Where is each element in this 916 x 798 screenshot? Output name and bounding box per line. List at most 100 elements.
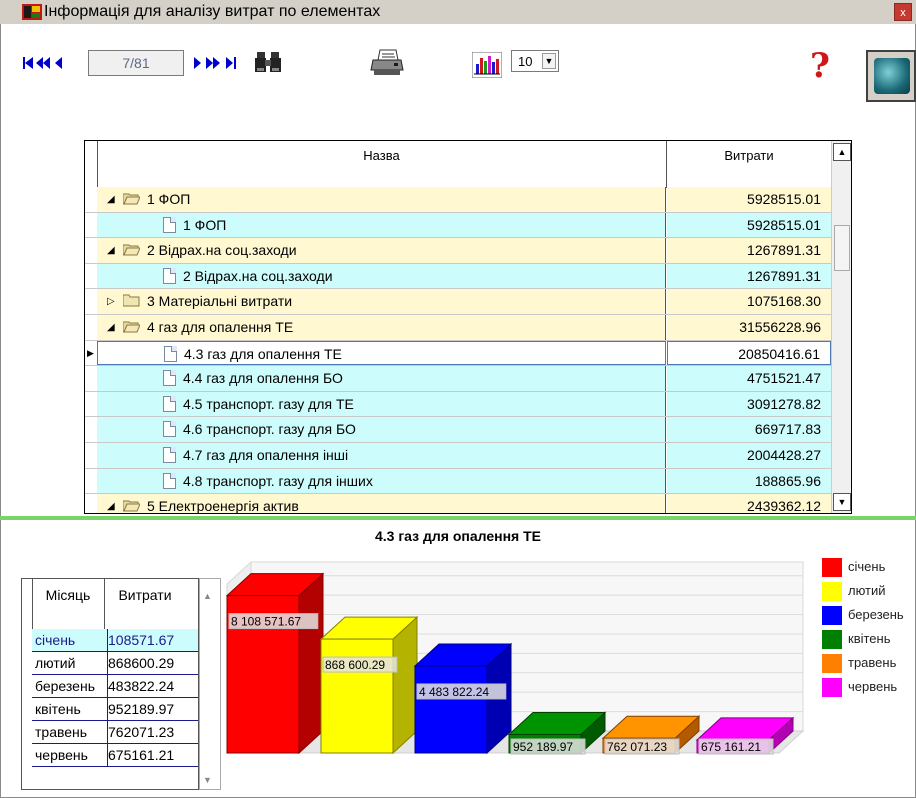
row-label: 4.3 газ для опалення ТЕ xyxy=(184,345,342,362)
table-row[interactable]: ▷ 3 Матеріальні витрати 1075168.30 xyxy=(85,289,831,315)
exit-button[interactable] xyxy=(866,50,916,102)
collapse-icon[interactable]: ◢ xyxy=(107,194,115,205)
name-cell[interactable]: 1 ФОП xyxy=(97,212,666,238)
cost-cell[interactable]: 669717.83 xyxy=(667,417,831,442)
month-table-scrollbar[interactable]: ▲ ▼ xyxy=(199,578,221,790)
cost-cell[interactable]: 31556228.96 xyxy=(667,314,831,340)
chevron-down-icon[interactable]: ▼ xyxy=(542,53,556,69)
grid-scrollbar[interactable]: ▲ ▼ xyxy=(831,141,851,513)
name-cell[interactable]: 4.6 транспорт. газу для БО xyxy=(97,417,666,442)
month-cell[interactable]: березень xyxy=(32,675,108,697)
collapse-icon[interactable]: ◢ xyxy=(107,501,115,512)
row-label: 3 Матеріальні витрати xyxy=(147,293,293,310)
table-row[interactable]: ▶ 4.3 газ для опалення ТЕ 20850416.61 xyxy=(85,340,831,367)
table-row[interactable]: 4.8 транспорт. газу для інших 188865.96 xyxy=(85,468,831,495)
table-row[interactable]: ◢ 4 газ для опалення ТЕ 31556228.96 xyxy=(85,314,831,341)
table-row[interactable]: травень 762071.23 xyxy=(32,721,198,744)
document-icon xyxy=(163,395,176,412)
collapse-icon[interactable]: ◢ xyxy=(107,245,115,256)
help-icon[interactable]: ? xyxy=(810,46,830,86)
folder-open-icon xyxy=(123,193,140,205)
table-row[interactable]: 4.5 транспорт. газу для ТЕ 3091278.82 xyxy=(85,391,831,418)
month-cell[interactable]: червень xyxy=(32,744,108,766)
name-cell[interactable]: 4.4 газ для опалення БО xyxy=(97,366,666,391)
page-indicator-field[interactable]: 7/81 xyxy=(88,50,184,76)
rows-per-page-select[interactable]: 10 ▼ xyxy=(511,50,559,72)
cost-cell[interactable]: 3091278.82 xyxy=(667,391,831,417)
document-icon xyxy=(163,446,176,463)
name-cell[interactable]: 4.3 газ для опалення ТЕ xyxy=(97,340,666,366)
cost-cell[interactable]: 952189.97 xyxy=(106,698,198,720)
name-cell[interactable]: ◢ 1 ФОП xyxy=(97,187,666,212)
name-cell[interactable]: 4.8 транспорт. газу для інших xyxy=(97,468,666,494)
month-cell[interactable]: січень xyxy=(32,629,108,651)
legend-label: червень xyxy=(848,679,898,694)
column-header-cost[interactable]: Витрати xyxy=(667,141,831,187)
next-page-button[interactable] xyxy=(192,54,204,72)
month-cell[interactable]: травень xyxy=(32,721,108,743)
name-cell[interactable]: ▷ 3 Матеріальні витрати xyxy=(97,289,666,314)
cost-cell[interactable]: 5928515.01 xyxy=(667,187,831,212)
last-page-button[interactable] xyxy=(230,54,246,72)
table-row[interactable]: березень 483822.24 xyxy=(32,675,198,698)
table-row[interactable]: 4.4 газ для опалення БО 4751521.47 xyxy=(85,366,831,392)
table-row[interactable]: лютий 868600.29 xyxy=(32,652,198,675)
next-group-button[interactable] xyxy=(206,54,228,72)
first-page-button[interactable] xyxy=(22,54,36,72)
grid-rows: ◢ 1 ФОП 5928515.01 1 ФОП 5928515.01 ◢ 2 Відрах… xyxy=(85,187,831,513)
cost-cell[interactable]: 108571.67 xyxy=(106,629,198,651)
table-row[interactable]: 4.6 транспорт. газу для БО 669717.83 xyxy=(85,417,831,443)
month-cell[interactable]: квітень xyxy=(32,698,108,720)
cost-cell[interactable]: 1267891.31 xyxy=(667,238,831,263)
name-cell[interactable]: 4.7 газ для опалення інші xyxy=(97,442,666,468)
cost-cell[interactable]: 762071.23 xyxy=(106,721,198,743)
printer-icon[interactable] xyxy=(370,48,404,78)
cost-cell[interactable]: 2439362.12 xyxy=(667,494,831,513)
scroll-down-icon[interactable]: ▼ xyxy=(203,775,212,785)
table-row[interactable]: січень 108571.67 xyxy=(32,629,198,652)
cost-cell[interactable]: 1267891.31 xyxy=(667,263,831,289)
legend-label: лютий xyxy=(848,583,886,598)
table-row[interactable]: ◢ 2 Відрах.на соц.заходи 1267891.31 xyxy=(85,238,831,264)
cost-column-header[interactable]: Витрати xyxy=(106,587,184,603)
pane-splitter[interactable] xyxy=(0,516,916,520)
chart-icon[interactable] xyxy=(472,52,502,78)
table-row[interactable]: 2 Відрах.на соц.заходи 1267891.31 xyxy=(85,263,831,290)
collapse-icon[interactable]: ◢ xyxy=(107,322,115,333)
table-row[interactable]: квітень 952189.97 xyxy=(32,698,198,721)
table-row[interactable]: червень 675161.21 xyxy=(32,744,198,767)
close-button[interactable]: x xyxy=(894,3,912,21)
cost-cell[interactable]: 868600.29 xyxy=(106,652,198,674)
cost-cell[interactable]: 5928515.01 xyxy=(667,212,831,238)
cost-cell[interactable]: 675161.21 xyxy=(106,744,198,766)
cost-cell[interactable]: 20850416.61 xyxy=(667,340,831,366)
month-column-header[interactable]: Місяць xyxy=(32,587,104,603)
cost-cell[interactable]: 4751521.47 xyxy=(667,366,831,391)
scroll-down-icon[interactable]: ▼ xyxy=(833,493,851,511)
cost-cell[interactable]: 188865.96 xyxy=(667,468,831,494)
scroll-thumb[interactable] xyxy=(834,225,850,271)
scroll-up-icon[interactable]: ▲ xyxy=(833,143,851,161)
table-row[interactable]: ◢ 1 ФОП 5928515.01 xyxy=(85,187,831,213)
scroll-up-icon[interactable]: ▲ xyxy=(203,591,212,601)
name-cell[interactable]: 2 Відрах.на соц.заходи xyxy=(97,263,666,289)
name-cell[interactable]: ◢ 5 Електроенергія актив xyxy=(97,494,666,513)
legend-swatch xyxy=(822,678,842,697)
table-row[interactable]: ◢ 5 Електроенергія актив 2439362.12 xyxy=(85,494,831,513)
cost-cell[interactable]: 483822.24 xyxy=(106,675,198,697)
row-label: 1 ФОП xyxy=(147,191,191,207)
name-cell[interactable]: 4.5 транспорт. газу для ТЕ xyxy=(97,391,666,417)
binoculars-icon[interactable] xyxy=(254,50,282,76)
column-header-name[interactable]: Назва xyxy=(97,141,667,187)
cost-cell[interactable]: 1075168.30 xyxy=(667,289,831,314)
prev-group-button[interactable] xyxy=(38,54,62,72)
chart-title: 4.3 газ для опалення ТЕ xyxy=(375,528,541,544)
name-cell[interactable]: ◢ 4 газ для опалення ТЕ xyxy=(97,314,666,340)
table-row[interactable]: 1 ФОП 5928515.01 xyxy=(85,212,831,239)
name-cell[interactable]: ◢ 2 Відрах.на соц.заходи xyxy=(97,238,666,263)
month-cell[interactable]: лютий xyxy=(32,652,108,674)
expand-icon[interactable]: ▷ xyxy=(107,296,115,307)
table-row[interactable]: 4.7 газ для опалення інші 2004428.27 xyxy=(85,442,831,469)
prev-page-button[interactable] xyxy=(64,54,78,72)
cost-cell[interactable]: 2004428.27 xyxy=(667,442,831,468)
